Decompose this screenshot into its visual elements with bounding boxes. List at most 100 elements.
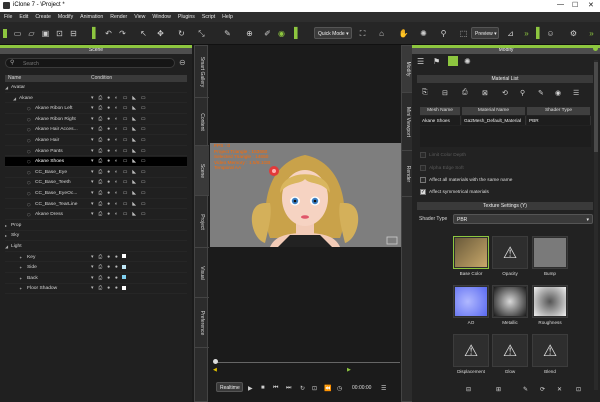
menu-animation[interactable]: Animation (76, 12, 106, 20)
minimize-button[interactable]: — (557, 1, 564, 8)
modify-shader-icon[interactable]: ✺ (464, 57, 471, 66)
orbit-icon[interactable]: ✺ (418, 28, 429, 39)
modify-sliders-icon[interactable]: ☰ (417, 57, 424, 66)
play-icon[interactable]: ▶ (248, 385, 253, 392)
timeline-menu-icon[interactable]: ☰ (381, 385, 386, 392)
expand-right-icon[interactable]: » (586, 28, 597, 39)
light-color-swatch[interactable] (121, 275, 126, 280)
condition-icons[interactable]: ▾ ⎙ ● ◐ ▭ ◣ ▭ (91, 189, 147, 198)
open-folder-icon[interactable]: ▱ (26, 28, 37, 39)
scene-tree-row[interactable]: ⬡ Akane Shoes ▾ ⎙ ● ◐ ▭ ◣ ▭ (5, 157, 187, 167)
condition-icons[interactable]: ▾ ⎙ ● ● (91, 274, 126, 283)
tab-smart-gallery[interactable]: Smart Gallery (195, 46, 209, 98)
texture-slot[interactable] (532, 236, 568, 269)
material-pick-icon[interactable]: ✎ (538, 89, 544, 97)
cell-shader-type[interactable]: PBR (527, 116, 591, 125)
material-copy-icon[interactable]: ⎙ (462, 89, 468, 97)
range-start-marker-icon[interactable]: ◀ (213, 367, 217, 373)
modify-scrollbar-thumb[interactable] (594, 62, 598, 152)
menu-plugins[interactable]: Plugins (174, 12, 198, 20)
tab-project[interactable]: Project (195, 196, 209, 248)
cell-mesh-name[interactable]: Akane Shoes (420, 116, 461, 125)
scene-tree-row[interactable]: ◢ Light (5, 242, 187, 252)
gizmo-icon[interactable]: ⊕ (244, 28, 255, 39)
undo-icon[interactable]: ↶ (103, 28, 114, 39)
scene-tree-row[interactable]: ◢ Avatar (5, 83, 187, 93)
menu-window[interactable]: Window (148, 12, 173, 20)
scene-options-icon[interactable]: ⊖ (179, 58, 186, 67)
light-color-swatch[interactable] (121, 286, 126, 291)
material-menu-icon[interactable]: ☰ (573, 89, 579, 97)
condition-icons[interactable]: ▾ ⎙ ● ◐ ▭ ◣ ▭ (91, 125, 147, 134)
tab-preference[interactable]: Preference (195, 298, 209, 348)
expand-arrow-icon[interactable]: ▸ (5, 231, 7, 240)
scene-tree-row[interactable]: ▸ Sky (5, 231, 187, 242)
import-icon[interactable]: ⊡ (54, 28, 65, 39)
scene-tree-row[interactable]: ⬡ Akane Pants ▾ ⎙ ● ◐ ▭ ◣ ▭ (5, 147, 187, 157)
condition-icons[interactable]: ▾ ⎙ ● ● (91, 253, 126, 262)
condition-icons[interactable]: ▾ ⎙ ● ◐ ▭ ◣ ▭ (91, 168, 147, 177)
preview-dropdown[interactable]: Preview ▾ (471, 27, 499, 39)
condition-icons[interactable]: ▾ ⎙ ● ● (91, 284, 126, 293)
menu-modify[interactable]: Modify (54, 12, 76, 20)
tab-visual[interactable]: Visual (195, 248, 209, 298)
col-material-name[interactable]: Material Name (462, 107, 526, 115)
condition-icons[interactable]: ▾ ⎙ ● ◐ ▭ ◣ ▭ (91, 147, 147, 156)
scene-tree-row[interactable]: ⬡ CC_Base_EyeOc... ▾ ⎙ ● ◐ ▭ ◣ ▭ (5, 189, 187, 199)
material-search-icon[interactable]: ⚲ (520, 89, 525, 97)
column-condition[interactable]: Condition (91, 75, 112, 82)
move-icon[interactable]: ✥ (155, 28, 166, 39)
scene-tree-row[interactable]: ✦ Back ▾ ⎙ ● ● (5, 274, 187, 284)
condition-icons[interactable]: ▾ ⎙ ● ◐ ▭ ◣ ▭ (91, 104, 147, 113)
filter-icon[interactable]: ⊿ (505, 28, 516, 39)
menu-script[interactable]: Script (198, 12, 218, 20)
scale-icon[interactable]: ⤡ (196, 28, 207, 39)
material-save-icon[interactable]: ⊟ (442, 89, 448, 97)
scene-tree-row[interactable]: ⬡ Akane Hair ▾ ⎙ ● ◐ ▭ ◣ ▭ (5, 136, 187, 146)
edit-icon[interactable]: ✐ (262, 28, 273, 39)
condition-icons[interactable]: ▾ ⎙ ● ◐ ▭ ◣ ▭ (91, 157, 147, 166)
material-list-header[interactable]: Material List (417, 75, 593, 83)
tab-scene[interactable]: Scene (195, 146, 209, 196)
texture-edit-icon[interactable]: ✎ (523, 386, 528, 393)
save-icon[interactable]: ▣ (40, 28, 51, 39)
modify-pin-icon[interactable] (593, 46, 598, 51)
material-reset-icon[interactable]: ⟲ (502, 89, 508, 97)
cell-material-name[interactable]: Ga2Mesh_Default_Material (462, 116, 526, 125)
menu-file[interactable]: File (0, 12, 15, 20)
condition-icons[interactable]: ▾ ⎙ ● ◐ ▭ ◣ ▭ (91, 136, 147, 145)
home-icon[interactable]: ⌂ (376, 28, 387, 39)
texture-settings-header[interactable]: Texture Settings (Y) (417, 202, 593, 210)
scene-tree-row[interactable]: ⬡ Akane Hair Acces... ▾ ⎙ ● ◐ ▭ ◣ ▭ (5, 125, 187, 136)
texture-slot[interactable] (453, 236, 489, 269)
condition-icons[interactable]: ▾ ⎙ ● ◐ ▭ ◣ ▭ (91, 200, 147, 209)
scene-tree-row[interactable]: ⬡ Akane Dress ▾ ⎙ ● ◐ ▭ ◣ ▭ (5, 210, 187, 220)
texture-slot[interactable]: ⚠ (492, 236, 528, 269)
fit-icon[interactable]: ⬚ (458, 28, 469, 39)
export-icon[interactable]: ⊟ (68, 28, 79, 39)
menu-view[interactable]: View (130, 12, 148, 20)
texture-browse-icon[interactable]: ⊞ (496, 386, 501, 393)
texture-reload-icon[interactable]: ⟳ (540, 386, 545, 393)
scene-tree-row[interactable]: ⬡ CC_Base_Eye ▾ ⎙ ● ◐ ▭ ◣ ▭ (5, 168, 187, 178)
texture-slot[interactable] (532, 285, 568, 318)
menu-help[interactable]: Help (218, 12, 236, 20)
condition-icons[interactable]: ▾ ⎙ ● ◐ ▭ ◣ ▭ (91, 115, 147, 124)
pan-icon[interactable]: ✋ (398, 28, 409, 39)
select-icon[interactable]: ↖ (138, 28, 149, 39)
rotate-icon[interactable]: ↻ (176, 28, 187, 39)
condition-icons[interactable]: ▾ ⎙ ● ◐ ▭ ◣ ▭ (91, 210, 147, 219)
pen-icon[interactable]: ✎ (222, 28, 233, 39)
scene-tree-row[interactable]: ⬡ CC_Base_Teeth ▾ ⎙ ● ◐ ▭ ◣ ▭ (5, 178, 187, 189)
texture-slot[interactable] (453, 285, 489, 318)
texture-slot[interactable] (492, 285, 528, 318)
time-display[interactable]: 00:00:00 (352, 385, 371, 391)
redo-icon[interactable]: ↷ (117, 28, 128, 39)
new-file-icon[interactable]: ▭ (12, 28, 23, 39)
scene-tree-row[interactable]: ⬡ Akane Ribon Right ▾ ⎙ ● ◐ ▭ ◣ ▭ (5, 115, 187, 125)
expand-arrow-icon[interactable]: ▸ (5, 221, 7, 230)
option-checkbox[interactable]: ✓ (420, 189, 426, 195)
material-load-icon[interactable]: ⎘ (422, 89, 428, 97)
texture-delete-icon[interactable]: ✕ (557, 386, 562, 393)
scene-tree-row[interactable]: ⬡ CC_Base_TearLine ▾ ⎙ ● ◐ ▭ ◣ ▭ (5, 200, 187, 210)
